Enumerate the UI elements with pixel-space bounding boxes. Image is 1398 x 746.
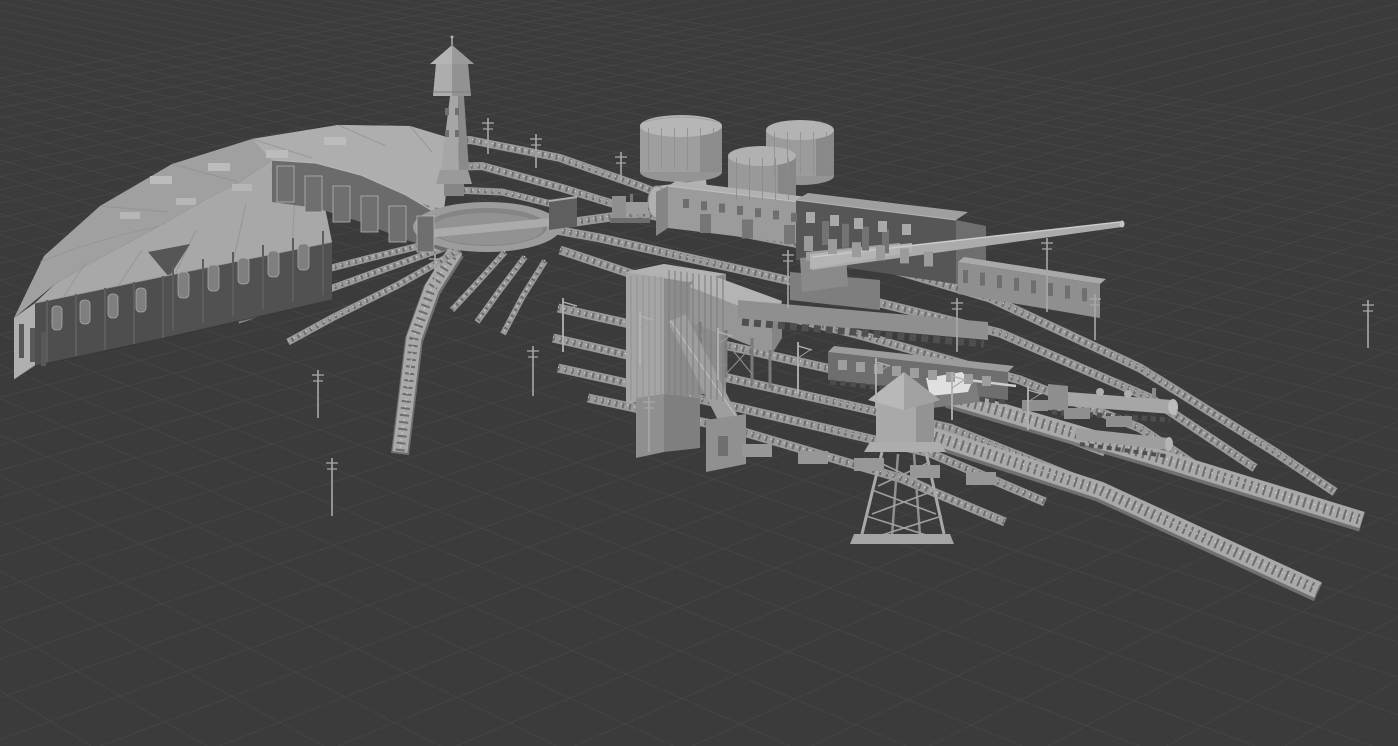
turntable-hut bbox=[549, 197, 577, 230]
3d-scene bbox=[0, 0, 1398, 746]
viewport-canvas[interactable]: Monochrome 3D model of a railway yard: f… bbox=[0, 0, 1398, 746]
